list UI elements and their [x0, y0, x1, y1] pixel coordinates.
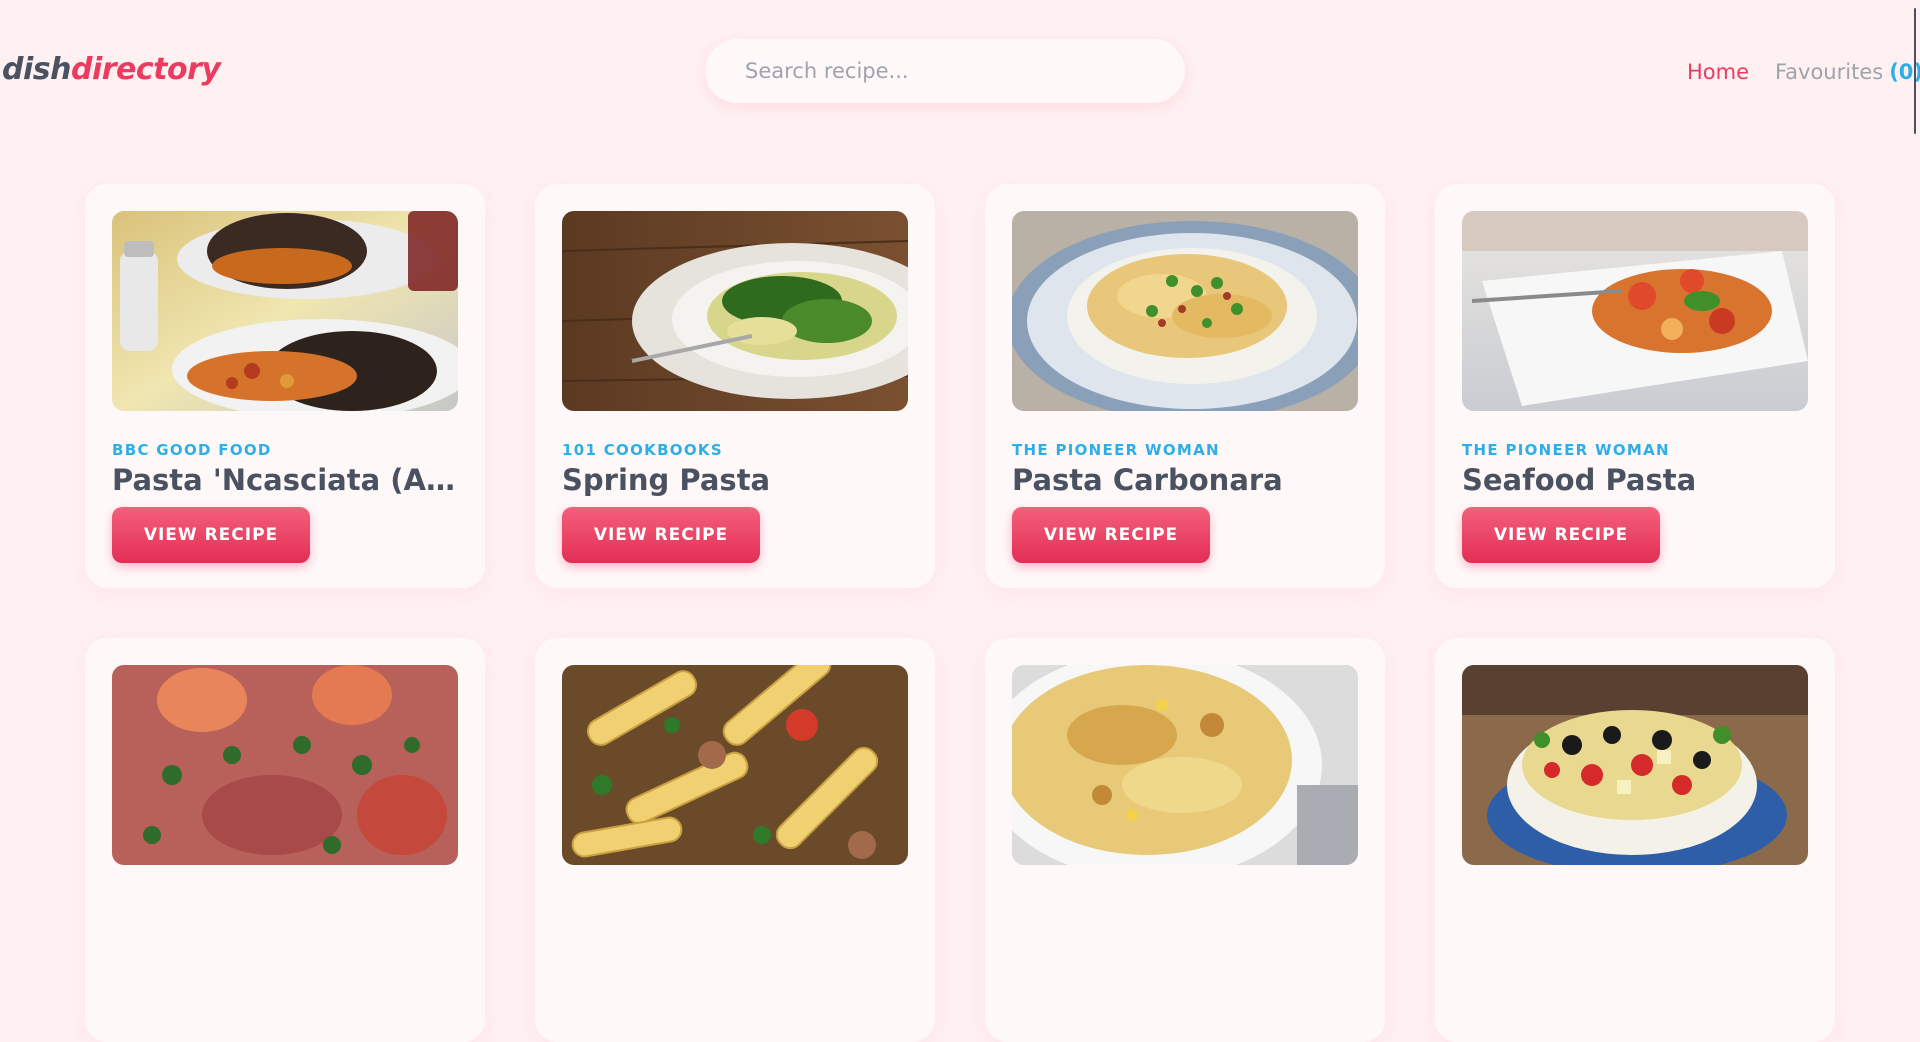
view-recipe-button[interactable]: VIEW RECIPE [562, 507, 760, 563]
recipe-image-pasta-ncasciata[interactable] [112, 211, 458, 411]
pasta-ncasciata-photo [112, 211, 458, 411]
scrollbar-thumb[interactable] [1914, 8, 1916, 134]
pasta-carbonara-photo [1012, 211, 1358, 411]
nav-favourites-link[interactable]: Favourites (0) [1775, 60, 1920, 84]
recipe-image-crawfish[interactable] [112, 665, 458, 865]
recipe-card: BBC GOOD FOOD Pasta 'Ncasciata (Aubergin… [85, 184, 485, 588]
recipe-title: Pasta 'Ncasciata (Aubergine-Wrapped Past… [112, 463, 458, 497]
recipe-image-seafood-pasta[interactable] [1462, 211, 1808, 411]
recipe-source: THE PIONEER WOMAN [1012, 441, 1220, 459]
search-input[interactable] [705, 39, 1185, 103]
site-header: dishdirectory Home Favourites(0) [0, 0, 1920, 142]
recipe-title: Seafood Pasta [1462, 463, 1697, 497]
recipe-title: Spring Pasta [562, 463, 771, 497]
recipe-image-pasta-salad[interactable] [1462, 665, 1808, 865]
recipe-image-spring-pasta[interactable] [562, 211, 908, 411]
baked-pasta-photo [1012, 665, 1358, 865]
recipe-source: THE PIONEER WOMAN [1462, 441, 1670, 459]
recipe-card: THE PIONEER WOMAN Pasta Carbonara VIEW R… [985, 184, 1385, 588]
recipe-image-penne-sausage[interactable] [562, 665, 908, 865]
search-box [705, 39, 1185, 103]
recipe-title: Pasta Carbonara [1012, 463, 1283, 497]
nav-favourites-label: Favourites [1775, 60, 1884, 84]
pasta-salad-photo [1462, 665, 1808, 865]
recipe-card [535, 638, 935, 1042]
main-nav: Home Favourites (0) [1687, 57, 1920, 87]
crawfish-dish-photo [112, 665, 458, 865]
seafood-pasta-photo [1462, 211, 1808, 411]
recipe-image-pasta-carbonara[interactable] [1012, 211, 1358, 411]
penne-sausage-photo [562, 665, 908, 865]
recipe-image-baked-pasta[interactable] [1012, 665, 1358, 865]
recipe-source: BBC GOOD FOOD [112, 441, 272, 459]
logo-part-dish: dish [2, 52, 71, 87]
site-logo[interactable]: dishdirectory [2, 52, 221, 87]
logo-part-directory: directory [70, 52, 221, 87]
recipe-card [85, 638, 485, 1042]
view-recipe-button[interactable]: VIEW RECIPE [1012, 507, 1210, 563]
recipe-card [1435, 638, 1835, 1042]
nav-home-link[interactable]: Home [1687, 60, 1749, 84]
view-recipe-button[interactable]: VIEW RECIPE [1462, 507, 1660, 563]
recipe-grid: BBC GOOD FOOD Pasta 'Ncasciata (Aubergin… [85, 184, 1835, 1042]
view-recipe-button[interactable]: VIEW RECIPE [112, 507, 310, 563]
recipe-card [985, 638, 1385, 1042]
spring-pasta-photo [562, 211, 908, 411]
recipe-card: THE PIONEER WOMAN Seafood Pasta VIEW REC… [1435, 184, 1835, 588]
recipe-card: 101 COOKBOOKS Spring Pasta VIEW RECIPE [535, 184, 935, 588]
recipe-source: 101 COOKBOOKS [562, 441, 723, 459]
